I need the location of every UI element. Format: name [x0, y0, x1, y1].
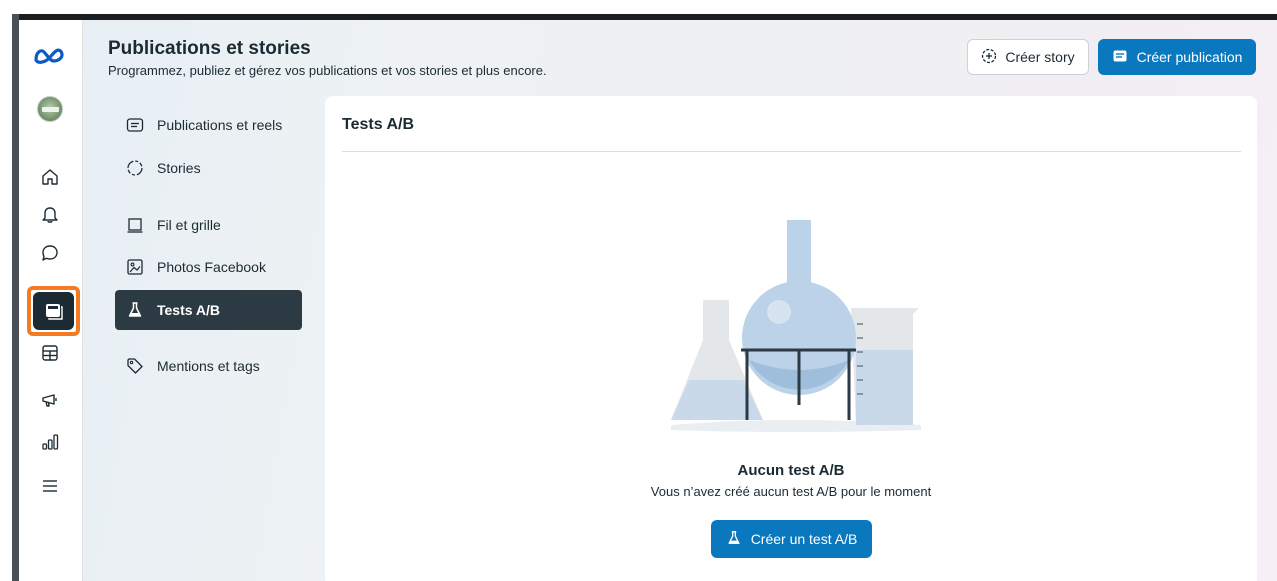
nav-item-stories[interactable]: Stories	[115, 148, 302, 188]
tests-ab-panel: Tests A/B Aucun test A/B Vous n’avez cré…	[325, 96, 1257, 581]
lab-flask-illustration	[651, 220, 931, 440]
nav-label: Fil et grille	[157, 217, 221, 233]
empty-state-title: Aucun test A/B	[737, 462, 845, 479]
icon-rail	[19, 20, 83, 581]
app-window: Publications et stories Programmez, publ…	[19, 20, 1277, 581]
window-border-left	[12, 14, 19, 581]
bell-icon[interactable]	[39, 203, 61, 225]
nav-item-tests-ab[interactable]: Tests A/B	[115, 290, 302, 330]
page-title: Publications et stories	[108, 38, 311, 59]
content-icon[interactable]	[43, 300, 65, 322]
nav-item-mentions-tags[interactable]: Mentions et tags	[115, 346, 302, 386]
nav-label: Photos Facebook	[157, 259, 266, 275]
create-story-label: Créer story	[1005, 49, 1075, 65]
menu-icon[interactable]	[39, 475, 61, 497]
add-story-icon	[981, 48, 997, 67]
post-lines-icon	[125, 115, 145, 135]
home-icon[interactable]	[39, 166, 61, 188]
create-ab-test-button[interactable]: Créer un test A/B	[711, 520, 872, 558]
page-avatar[interactable]	[37, 96, 63, 122]
flask-icon	[726, 530, 742, 549]
panel-divider	[342, 151, 1241, 152]
nav-label: Tests A/B	[157, 302, 221, 318]
nav-label: Stories	[157, 160, 201, 176]
stories-circle-icon	[125, 158, 145, 178]
bar-chart-icon[interactable]	[39, 431, 61, 453]
tag-icon	[125, 356, 145, 376]
nav-item-fil-grille[interactable]: Fil et grille	[115, 205, 302, 245]
nav-item-photos-facebook[interactable]: Photos Facebook	[115, 247, 302, 287]
nav-label: Mentions et tags	[157, 358, 260, 374]
flask-icon	[125, 300, 145, 320]
page-subtitle: Programmez, publiez et gérez vos publica…	[108, 63, 547, 78]
photo-icon	[125, 257, 145, 277]
chat-bubble-icon[interactable]	[39, 242, 61, 264]
megaphone-icon[interactable]	[39, 389, 61, 411]
create-ab-test-label: Créer un test A/B	[750, 531, 858, 547]
empty-state-subtitle: Vous n’avez créé aucun test A/B pour le …	[650, 484, 932, 499]
create-post-label: Créer publication	[1136, 49, 1243, 65]
grid-frame-icon	[125, 215, 145, 235]
create-post-button[interactable]: Créer publication	[1098, 39, 1256, 75]
post-icon	[1112, 48, 1128, 67]
nav-item-publications-reels[interactable]: Publications et reels	[115, 105, 302, 145]
create-story-button[interactable]: Créer story	[967, 39, 1089, 75]
panel-title: Tests A/B	[342, 116, 415, 133]
nav-label: Publications et reels	[157, 117, 283, 133]
meta-logo-icon[interactable]	[33, 46, 65, 66]
table-icon[interactable]	[39, 342, 61, 364]
